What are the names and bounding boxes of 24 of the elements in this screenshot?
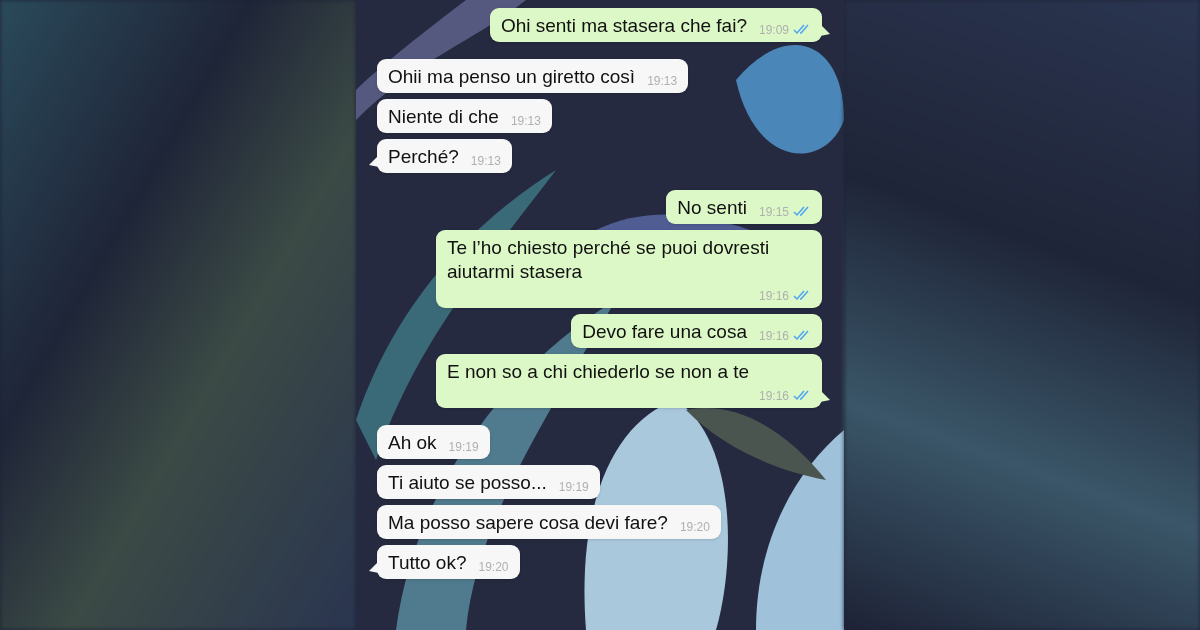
message-time: 19:20 xyxy=(478,559,509,575)
message-time: 19:20 xyxy=(679,519,710,535)
message-text: Ti aiuto se posso... xyxy=(388,471,547,495)
message-time: 19:13 xyxy=(510,113,541,129)
message-text: Tutto ok? xyxy=(388,551,467,575)
message-text: E non so a chi chiederlo se non a te xyxy=(447,360,750,384)
message-text: Ohii ma penso un giretto così xyxy=(388,65,636,89)
message-time: 19:09 xyxy=(758,22,789,38)
message-time: 19:15 xyxy=(758,204,789,220)
message-time: 19:13 xyxy=(470,153,501,169)
message-text: Ah ok xyxy=(388,431,437,455)
message-time: 19:16 xyxy=(758,288,789,304)
message-text: Ma posso sapere cosa devi fare? xyxy=(388,511,668,535)
message-text: No senti xyxy=(677,196,747,220)
message-time: 19:16 xyxy=(758,388,789,404)
message-text: Te l’ho chiesto perché se puoi dovresti aiutarmi stasera xyxy=(447,236,771,284)
message-text: Ohi senti ma stasera che fai? xyxy=(500,14,747,38)
message-time: 19:13 xyxy=(647,73,678,89)
message-text: Niente di che xyxy=(388,105,499,129)
message-time: 19:19 xyxy=(448,439,479,455)
message-text: Perché? xyxy=(388,145,459,169)
message-time: 19:19 xyxy=(558,479,589,495)
message-time: 19:16 xyxy=(758,328,789,344)
message-text: Devo fare una cosa xyxy=(582,320,747,344)
